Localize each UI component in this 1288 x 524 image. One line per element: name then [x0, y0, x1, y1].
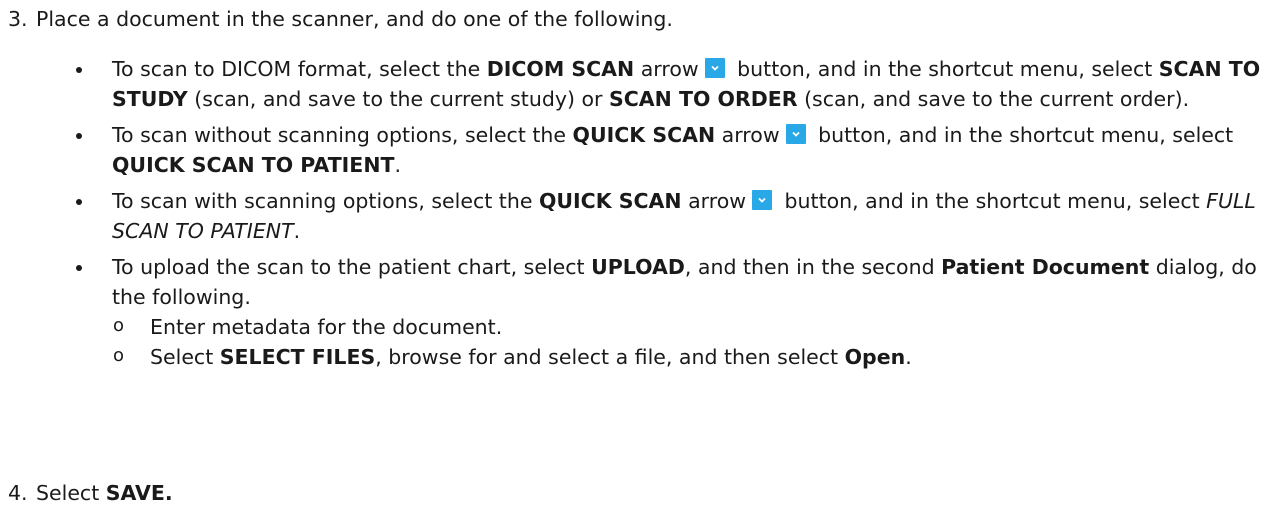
text: (scan, and save to the current study) or	[187, 87, 609, 111]
text: To scan to DICOM format, select the	[112, 57, 487, 81]
ui-term-select-files: SELECT FILES	[219, 345, 376, 369]
ui-term-open: Open	[844, 345, 906, 369]
sub-item-select-files: Select SELECT FILES, browse for and sele…	[112, 341, 1274, 372]
text: , and then in the second	[684, 255, 942, 279]
text: Enter metadata for the document.	[150, 315, 503, 339]
text: arrow	[681, 189, 747, 213]
step-3-number: 3.	[8, 7, 28, 31]
bullet-full-scan-to-patient: To scan with scanning options, select th…	[74, 186, 1274, 246]
step-4-text: Select	[36, 481, 106, 505]
text: arrow	[715, 123, 780, 147]
dropdown-arrow-icon	[752, 190, 773, 210]
step-4: 4. Select SAVE.	[8, 478, 173, 508]
dropdown-arrow-icon	[704, 58, 725, 78]
ui-term-save: SAVE.	[105, 481, 173, 505]
bullet-upload: To upload the scan to the patient chart,…	[74, 252, 1274, 372]
text: To scan without scanning options, select…	[112, 123, 573, 147]
text: .	[293, 219, 301, 243]
text: button, and in the shortcut menu, select	[778, 189, 1207, 213]
step-3: 3. Place a document in the scanner, and d…	[8, 4, 673, 34]
ui-term-dicom-scan: DICOM SCAN	[486, 57, 635, 81]
ui-term-upload: UPLOAD	[591, 255, 685, 279]
ui-term-patient-document: Patient Document	[941, 255, 1150, 279]
text: .	[905, 345, 912, 369]
text: (scan, and save to the current order).	[797, 87, 1190, 111]
bullet-quick-scan-to-patient: To scan without scanning options, select…	[74, 120, 1274, 180]
step-3-text: Place a document in the scanner, and do …	[36, 7, 673, 31]
ui-term-quick-scan: QUICK SCAN	[538, 189, 682, 213]
ui-term-scan-to-order: SCAN TO ORDER	[609, 87, 798, 111]
text: Select	[150, 345, 220, 369]
ui-term-quick-scan-to-patient: QUICK SCAN TO PATIENT	[112, 153, 395, 177]
text: button, and in the shortcut menu, select	[730, 57, 1159, 81]
bullet-dicom-scan: To scan to DICOM format, select the DICO…	[74, 54, 1274, 114]
text: To upload the scan to the patient chart,…	[112, 255, 592, 279]
ui-term-quick-scan: QUICK SCAN	[572, 123, 716, 147]
sub-item-enter-metadata: Enter metadata for the document.	[112, 311, 1274, 342]
step-4-number: 4.	[8, 481, 28, 505]
text: To scan with scanning options, select th…	[112, 189, 539, 213]
text: .	[394, 153, 401, 177]
dropdown-arrow-icon	[785, 124, 806, 144]
text: , browse for and select a file, and then…	[375, 345, 845, 369]
text: arrow	[634, 57, 699, 81]
bullet-list: To scan to DICOM format, select the DICO…	[74, 54, 1274, 378]
sub-list: Enter metadata for the document. Select …	[112, 311, 1274, 372]
text: button, and in the shortcut menu, select	[811, 123, 1234, 147]
